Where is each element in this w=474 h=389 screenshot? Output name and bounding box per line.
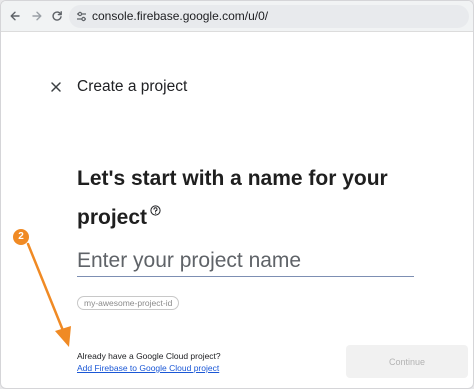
project-id-chip[interactable]: my-awesome-project-id	[77, 296, 180, 310]
reload-icon[interactable]	[49, 8, 65, 24]
browser-window: console.firebase.google.com/u/0/ Create …	[0, 0, 474, 389]
tune-icon[interactable]	[75, 10, 88, 23]
address-bar[interactable]: console.firebase.google.com/u/0/	[69, 5, 469, 28]
close-icon[interactable]	[49, 80, 63, 94]
page-title: Create a project	[77, 78, 188, 95]
browser-toolbar: console.firebase.google.com/u/0/	[1, 1, 473, 32]
add-firebase-to-gcp-link[interactable]: Add Firebase to Google Cloud project	[77, 363, 219, 373]
heading: Let's start with a name for your project	[77, 163, 397, 233]
arrow-left-icon[interactable]	[7, 8, 23, 24]
step-badge: 2	[13, 229, 29, 245]
gcp-question: Already have a Google Cloud project?	[77, 351, 221, 361]
project-name-input[interactable]	[77, 246, 414, 277]
help-circle-icon[interactable]	[150, 194, 161, 216]
url-text[interactable]: console.firebase.google.com/u/0/	[92, 9, 268, 23]
heading-text: Let's start with a name for your project	[77, 167, 388, 229]
continue-button[interactable]: Continue	[346, 345, 468, 378]
arrow-right-icon[interactable]	[29, 8, 45, 24]
